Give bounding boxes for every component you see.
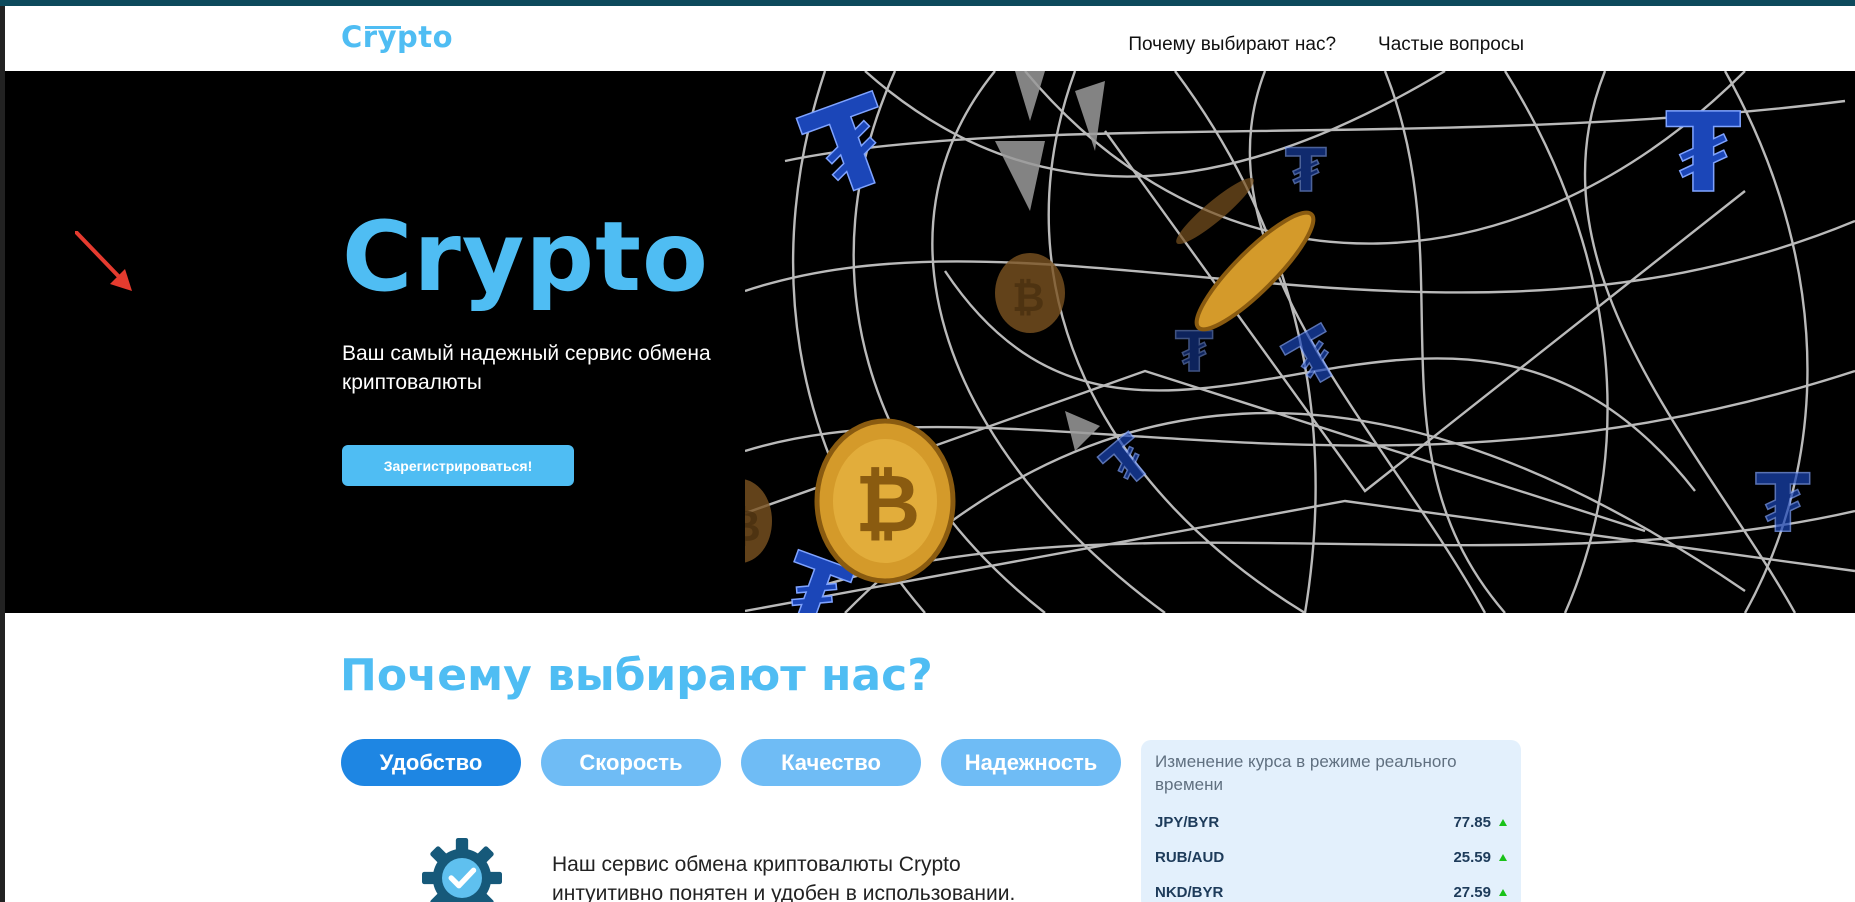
feature-description: Наш сервис обмена криптовалюты Crypto ин… xyxy=(552,853,1016,902)
svg-text:₮: ₮ xyxy=(1273,310,1356,405)
nav-faq[interactable]: Частые вопросы xyxy=(1378,34,1524,56)
rate-value: 25.59 xyxy=(1453,849,1491,866)
svg-text:₿: ₿ xyxy=(745,501,761,552)
exchange-rates-panel: Изменение курса в режиме реального време… xyxy=(1141,740,1521,902)
trend-up-icon xyxy=(1499,854,1507,861)
hero-subtitle: Ваш самый надежный сервис обмена криптов… xyxy=(342,342,711,394)
svg-text:₮: ₮ xyxy=(1665,89,1742,217)
rate-row: NKD/BYR 27.59 xyxy=(1155,884,1507,901)
rate-pair: RUB/AUD xyxy=(1155,849,1225,866)
rate-row: RUB/AUD 25.59 xyxy=(1155,849,1507,866)
tab-convenience[interactable]: Удобство xyxy=(341,739,521,786)
svg-text:₿: ₿ xyxy=(855,457,920,550)
tab-reliability[interactable]: Надежность xyxy=(941,739,1121,786)
main-nav: Почему выбирают нас? Частые вопросы xyxy=(1128,34,1524,56)
rate-value: 77.85 xyxy=(1453,814,1491,831)
why-us-title: Почему выбирают нас? xyxy=(340,650,933,701)
svg-text:₿: ₿ xyxy=(1012,275,1045,321)
rate-row: JPY/BYR 77.85 xyxy=(1155,814,1507,831)
annotation-arrow-icon xyxy=(75,231,132,291)
hero-section: ₮ ₮ ₮ ₮ ₮ ₮ ₮ ₮ ₿ ₿ ₿ Crypto Ваш самы xyxy=(5,71,1855,613)
rates-title: Изменение курса в режиме реального време… xyxy=(1155,752,1457,794)
rate-value-group: 77.85 xyxy=(1453,814,1507,831)
site-logo[interactable]: Crypto xyxy=(341,20,453,54)
site-header: Crypto Почему выбирают нас? Частые вопро… xyxy=(5,6,1855,71)
feature-tabs: Удобство Скорость Качество Надежность xyxy=(341,739,1121,786)
rate-pair: JPY/BYR xyxy=(1155,814,1220,831)
nav-why-us[interactable]: Почему выбирают нас? xyxy=(1128,34,1336,56)
rate-value: 27.59 xyxy=(1453,884,1491,901)
rate-pair: NKD/BYR xyxy=(1155,884,1224,901)
register-button[interactable]: Зарегистрироваться! xyxy=(342,445,574,486)
trend-up-icon xyxy=(1499,819,1507,826)
gear-check-icon xyxy=(422,838,502,902)
hero-title: Crypto xyxy=(342,201,709,313)
tab-speed[interactable]: Скорость xyxy=(541,739,721,786)
rate-value-group: 25.59 xyxy=(1453,849,1507,866)
trend-up-icon xyxy=(1499,889,1507,896)
rate-value-group: 27.59 xyxy=(1453,884,1507,901)
svg-text:₮: ₮ xyxy=(1755,457,1811,550)
svg-text:₮: ₮ xyxy=(1285,136,1327,206)
tab-quality[interactable]: Качество xyxy=(741,739,921,786)
crypto-hero-illustration: ₮ ₮ ₮ ₮ ₮ ₮ ₮ ₮ ₿ ₿ ₿ xyxy=(745,71,1855,613)
